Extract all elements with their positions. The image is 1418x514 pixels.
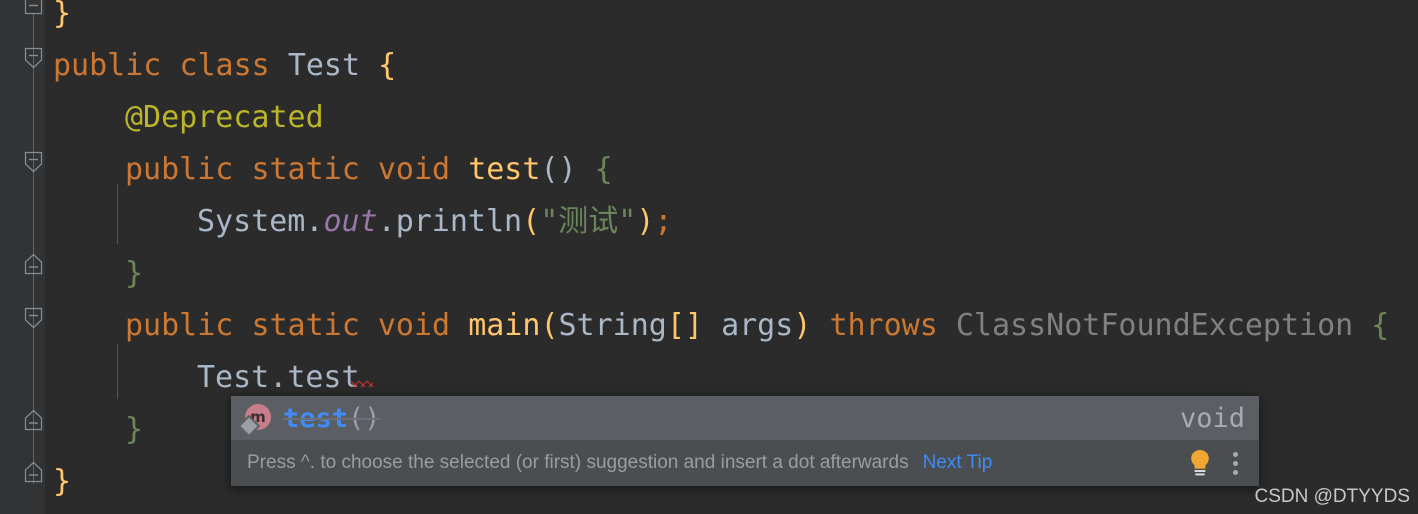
token: { bbox=[378, 48, 397, 83]
fold-marker-class-end[interactable] bbox=[24, 461, 43, 483]
token: () bbox=[540, 152, 577, 187]
token: class bbox=[179, 48, 270, 83]
token: test bbox=[468, 152, 541, 187]
token: 测试 bbox=[558, 204, 619, 239]
token: ClassNotFoundException bbox=[955, 308, 1354, 343]
token: . bbox=[269, 360, 288, 395]
token: System bbox=[197, 204, 306, 239]
token: ) bbox=[793, 308, 812, 343]
line-test-method-decl: public static void test() { bbox=[45, 144, 613, 196]
kebab-menu-icon[interactable] bbox=[1223, 448, 1247, 478]
token: void bbox=[377, 308, 451, 343]
line-close-brace-top: } bbox=[45, 0, 71, 40]
line-class-decl: public class Test { bbox=[45, 40, 396, 92]
line-test-method-close: } bbox=[45, 248, 143, 300]
token: " bbox=[618, 204, 637, 239]
token: String bbox=[558, 308, 667, 343]
next-tip-link[interactable]: Next Tip bbox=[923, 452, 993, 474]
line-println: System.out.println("测试"); bbox=[45, 196, 672, 248]
token: ( bbox=[540, 308, 559, 343]
fold-marker-class-start[interactable] bbox=[24, 47, 43, 69]
token: { bbox=[594, 152, 613, 187]
token: } bbox=[53, 0, 72, 31]
token: } bbox=[53, 464, 72, 499]
line-deprecated-annotation: @Deprecated bbox=[45, 92, 324, 144]
token: { bbox=[1371, 308, 1390, 343]
completion-item-name: test bbox=[283, 402, 349, 434]
token: out bbox=[323, 204, 378, 239]
intellij-editor-screenshot: } public class Test { @Deprecated public st… bbox=[0, 0, 1418, 514]
token: [] bbox=[666, 308, 703, 343]
error-squiggle bbox=[351, 381, 373, 387]
token: test bbox=[287, 360, 360, 395]
token: . bbox=[377, 204, 396, 239]
token: . bbox=[305, 204, 324, 239]
token: ( bbox=[522, 204, 541, 239]
token: Test bbox=[287, 48, 361, 83]
line-main-close: } bbox=[45, 404, 143, 456]
token: public bbox=[125, 308, 234, 343]
watermark: CSDN @DTYYDS bbox=[1254, 486, 1410, 507]
token: " bbox=[540, 204, 559, 239]
token: ; bbox=[654, 204, 673, 239]
token: throws bbox=[829, 308, 938, 343]
fold-marker-collapse-1[interactable] bbox=[24, 0, 43, 15]
token: } bbox=[125, 256, 144, 291]
completion-item-test[interactable]: m test () void bbox=[231, 396, 1259, 440]
code-completion-popup[interactable]: m test () void Press ^. to choose the se… bbox=[231, 396, 1259, 486]
token: println bbox=[395, 204, 523, 239]
token: } bbox=[125, 412, 144, 447]
line-main-decl: public static void main(String[] args) t… bbox=[45, 300, 1389, 352]
fold-marker-test-method-end[interactable] bbox=[24, 253, 43, 275]
token: static bbox=[251, 308, 360, 343]
completion-hint-bar: Press ^. to choose the selected (or firs… bbox=[231, 440, 1259, 486]
token: ) bbox=[636, 204, 655, 239]
token: public bbox=[53, 48, 162, 83]
token: static bbox=[251, 152, 360, 187]
completion-item-params: () bbox=[348, 402, 381, 434]
token: void bbox=[377, 152, 451, 187]
hint-text: Press ^. to choose the selected (or firs… bbox=[247, 452, 909, 473]
completion-item-return-type: void bbox=[1179, 402, 1245, 434]
fold-marker-test-method-start[interactable] bbox=[24, 151, 43, 173]
token: public bbox=[125, 152, 234, 187]
editor-gutter bbox=[0, 0, 45, 514]
fold-marker-main-method-end[interactable] bbox=[24, 409, 43, 431]
fold-marker-main-method-start[interactable] bbox=[24, 307, 43, 329]
token: main bbox=[468, 308, 541, 343]
line-class-close: } bbox=[45, 456, 71, 508]
token: @Deprecated bbox=[125, 100, 324, 135]
token: Test bbox=[197, 360, 270, 395]
lightbulb-icon[interactable] bbox=[1187, 448, 1213, 478]
method-icon: m bbox=[237, 403, 273, 438]
token: args bbox=[721, 308, 794, 343]
